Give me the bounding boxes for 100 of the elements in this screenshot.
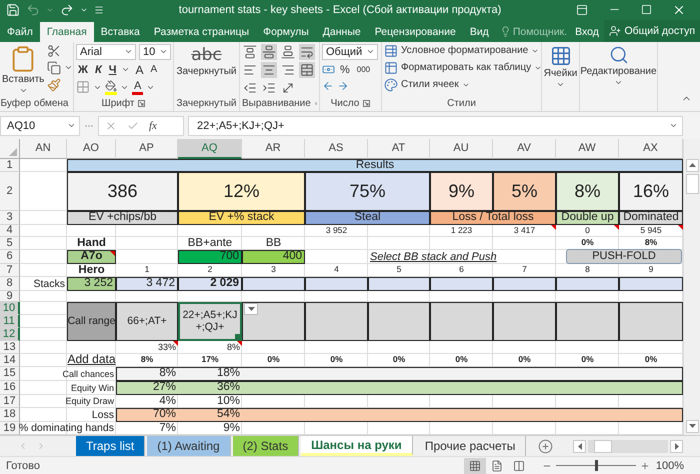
font-color-button[interactable]: A	[132, 80, 144, 95]
scroll-left-icon[interactable]	[578, 442, 582, 450]
merge-cells-icon[interactable]	[300, 62, 314, 77]
column-header[interactable]: AU	[430, 138, 493, 159]
column-header[interactable]: AO	[67, 138, 116, 159]
row-header[interactable]: 14	[0, 354, 20, 367]
cut-icon[interactable]	[47, 44, 62, 58]
wrap-text-icon[interactable]	[300, 44, 314, 59]
decrease-indent-icon[interactable]	[243, 80, 257, 95]
align-bottom-icon[interactable]	[281, 44, 295, 59]
font-name-field[interactable]: Arial	[76, 44, 136, 60]
new-sheet-icon[interactable]	[538, 438, 554, 454]
align-right-icon[interactable]	[281, 62, 295, 77]
save-icon[interactable]	[6, 2, 20, 17]
row-header[interactable]: 12	[0, 328, 20, 341]
conditional-format-icon[interactable]	[384, 44, 398, 58]
scroll-down-icon[interactable]	[688, 424, 696, 428]
sign-in-button[interactable]: Вход	[571, 22, 603, 42]
bold-button[interactable]: Ж	[76, 62, 90, 77]
styles-command[interactable]: Условное форматирование	[384, 44, 540, 58]
scroll-right-icon[interactable]	[674, 442, 678, 450]
row-header[interactable]: 3	[0, 210, 20, 225]
redo-icon[interactable]	[60, 2, 74, 17]
diagonal-arrow-icon[interactable]	[281, 80, 295, 95]
column-header[interactable]: AT	[368, 138, 430, 159]
paintbrush-icon[interactable]	[47, 78, 62, 92]
row-header[interactable]: 16	[0, 380, 20, 395]
slider-thumb[interactable]	[594, 460, 598, 472]
right-arrow-icon[interactable]	[337, 80, 349, 92]
dialog-launcher-icon[interactable]	[138, 100, 146, 108]
ribbon-tab[interactable]: Рецензирование	[368, 22, 463, 42]
normal-view-icon[interactable]	[468, 460, 481, 472]
italic-button[interactable]: К	[92, 62, 104, 77]
borders-icon[interactable]	[76, 80, 90, 94]
ribbon-tab[interactable]: Вид	[462, 22, 496, 42]
thousands-button[interactable]: 000	[354, 62, 372, 77]
ribbon-tab[interactable]: Вставка	[94, 22, 147, 42]
lightbulb-icon[interactable]	[500, 26, 511, 38]
styles-command[interactable]: Стили ячеек	[384, 78, 470, 92]
copy-icon[interactable]	[47, 60, 62, 75]
column-header[interactable]: AN	[20, 138, 67, 159]
font-size-field[interactable]: 10	[139, 44, 171, 60]
align-middle-icon[interactable]	[262, 44, 276, 59]
underline-button[interactable]: Ч	[106, 62, 118, 77]
column-header[interactable]: AX	[619, 138, 683, 159]
caret-icon[interactable]	[248, 306, 254, 311]
row-header[interactable]: 18	[0, 408, 20, 422]
ribbon-tab[interactable]: Главная	[40, 22, 94, 42]
row-header[interactable]: 19	[0, 422, 20, 435]
zoom-in-icon[interactable]	[640, 460, 650, 471]
person-icon[interactable]	[609, 24, 622, 37]
cell-link[interactable]: Select BB stack and Push	[368, 250, 556, 264]
styles-command[interactable]: Форматировать как таблицу	[384, 60, 542, 75]
align-top-icon[interactable]	[243, 44, 257, 59]
dialog-launcher-icon[interactable]	[363, 100, 370, 108]
scroll-thumb[interactable]	[686, 174, 698, 194]
dropdown-button[interactable]	[244, 302, 258, 315]
insert-function-button[interactable]: fx	[149, 120, 157, 132]
increase-indent-icon[interactable]	[262, 80, 276, 95]
grow-font-button[interactable]: A	[133, 62, 146, 77]
palette-icon[interactable]	[384, 78, 398, 92]
spreadsheet-cell[interactable]: 22+;A5+;KJ+;QJ+	[178, 302, 242, 341]
sheet-tab[interactable]: (2) Stats	[232, 436, 300, 456]
columns-icon[interactable]	[512, 460, 525, 472]
row-header[interactable]: 4	[0, 224, 20, 237]
share-button[interactable]: Общий доступ	[604, 20, 700, 42]
cells-button[interactable]: Ячейки	[544, 44, 577, 90]
scroll-thumb[interactable]	[594, 440, 612, 453]
column-header[interactable]: AW	[556, 138, 619, 159]
cell-link[interactable]: Add data	[67, 354, 116, 367]
fill-color-icon[interactable]	[105, 80, 117, 92]
push-fold-button[interactable]: PUSH-FOLD	[566, 248, 682, 264]
row-header[interactable]: 10	[0, 302, 20, 315]
name-box[interactable]: AQ10	[0, 116, 80, 136]
row-header[interactable]: 1	[0, 158, 20, 172]
column-header[interactable]: AR	[242, 138, 305, 159]
editing-button[interactable]: Редактирование	[582, 44, 655, 88]
left-arrow-icon[interactable]	[322, 80, 334, 92]
customize-icon[interactable]	[94, 4, 104, 15]
grid-icon[interactable]	[550, 44, 572, 67]
vertical-scrollbar[interactable]	[683, 138, 700, 435]
sheet-tab[interactable]: (1) Awaiting	[147, 436, 231, 456]
formula-field[interactable]: 22+;A5+;KJ+;QJ+	[188, 116, 683, 136]
column-header[interactable]: AP	[116, 138, 178, 159]
ribbon-tab[interactable]: Формулы	[256, 22, 316, 42]
search-icon[interactable]	[608, 44, 628, 65]
ribbon-display-icon[interactable]	[576, 4, 588, 16]
row-header[interactable]: 6	[0, 250, 20, 264]
scroll-up-icon[interactable]	[688, 163, 696, 168]
fill-handle[interactable]	[235, 334, 240, 339]
ribbon-tab[interactable]: Разметка страницы	[146, 22, 256, 42]
sheet-tab[interactable]: Traps list	[76, 436, 146, 456]
ribbon-tab[interactable]: Данные	[316, 22, 368, 42]
maximize-icon[interactable]	[641, 4, 652, 16]
row-header[interactable]: 8	[0, 276, 20, 291]
row-header[interactable]: 2	[0, 172, 20, 211]
page-icon[interactable]	[490, 460, 503, 472]
align-left-icon[interactable]	[243, 62, 257, 77]
sheet-tab[interactable]: Шансы на руки	[301, 436, 413, 456]
row-header[interactable]: 9	[0, 290, 20, 302]
